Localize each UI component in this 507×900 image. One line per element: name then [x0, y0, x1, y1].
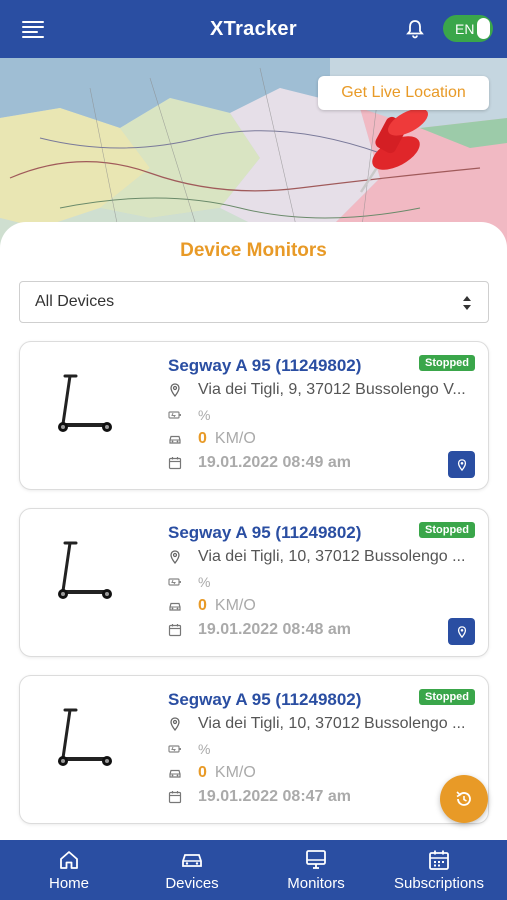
- speed-value: 0: [198, 430, 207, 447]
- nav-home-label: Home: [48, 875, 89, 892]
- nav-home[interactable]: Home: [38, 840, 100, 900]
- speed-unit: KM/O: [214, 430, 256, 447]
- device-address: Via dei Tigli, 9, 37012 Bussolengo V...: [198, 381, 466, 398]
- address-row: Via dei Tigli, 10, 37012 Bussolengo ...: [168, 715, 480, 733]
- battery-row: %: [168, 574, 210, 590]
- nav-devices-label: Devices: [165, 875, 219, 892]
- menu-icon[interactable]: [22, 21, 44, 38]
- location-pin-icon: [457, 458, 466, 471]
- nav-monitors[interactable]: Monitors: [280, 840, 352, 900]
- language-toggle[interactable]: EN: [443, 15, 493, 42]
- speed-value: 0: [198, 597, 207, 614]
- device-card[interactable]: Segway A 95 (11249802) Stopped Via dei T…: [19, 341, 489, 490]
- monitor-icon: [306, 850, 326, 869]
- device-name[interactable]: Segway A 95 (11249802): [168, 356, 361, 376]
- battery-icon: [168, 745, 181, 753]
- address-row: Via dei Tigli, 9, 37012 Bussolengo V...: [168, 381, 480, 399]
- location-pin-icon: [170, 383, 180, 397]
- calendar-icon: [429, 850, 449, 870]
- nav-devices[interactable]: Devices: [158, 840, 226, 900]
- device-filter-select[interactable]: All Devices: [19, 281, 489, 323]
- sort-arrows-icon: [463, 296, 471, 310]
- device-datetime: 19.01.2022 08:47 am: [198, 788, 352, 805]
- scooter-image: [58, 374, 112, 432]
- app-title: XTracker: [210, 17, 297, 40]
- speed-unit: KM/O: [214, 597, 256, 614]
- locate-device-button[interactable]: [448, 451, 475, 478]
- get-live-location-button[interactable]: Get Live Location: [318, 76, 489, 110]
- history-fab-button[interactable]: [440, 775, 488, 823]
- top-bar: XTracker EN: [0, 0, 507, 58]
- calendar-icon: [168, 791, 182, 804]
- location-pin-icon: [457, 625, 466, 638]
- device-datetime: 19.01.2022 08:49 am: [198, 454, 352, 471]
- calendar-icon: [168, 624, 182, 637]
- battery-value: %: [198, 741, 211, 757]
- bottom-navigation: Home Devices Monitors Subscriptions: [0, 840, 507, 900]
- bell-icon[interactable]: [406, 19, 424, 39]
- device-filter-value: All Devices: [35, 293, 115, 310]
- device-name[interactable]: Segway A 95 (11249802): [168, 690, 361, 710]
- battery-row: %: [168, 407, 210, 423]
- location-pin-icon: [170, 550, 180, 564]
- calendar-icon: [168, 457, 182, 470]
- device-datetime: 19.01.2022 08:48 am: [198, 621, 352, 638]
- locate-device-button[interactable]: [448, 618, 475, 645]
- location-pin-icon: [170, 717, 180, 731]
- device-address: Via dei Tigli, 10, 37012 Bussolengo ...: [198, 548, 466, 565]
- status-badge: Stopped: [419, 355, 475, 371]
- section-title: Device Monitors: [180, 240, 327, 261]
- toggle-knob: [477, 18, 490, 39]
- speed-row: 0 KM/O: [168, 764, 256, 782]
- time-row: 19.01.2022 08:49 am: [168, 454, 351, 472]
- battery-value: %: [198, 407, 211, 423]
- nav-monitors-label: Monitors: [287, 875, 345, 892]
- time-row: 19.01.2022 08:48 am: [168, 621, 351, 639]
- battery-icon: [168, 578, 181, 586]
- history-icon: [456, 791, 471, 806]
- device-card[interactable]: Segway A 95 (11249802) Stopped Via dei T…: [19, 508, 489, 657]
- time-row: 19.01.2022 08:47 am: [168, 788, 351, 806]
- car-icon: [169, 602, 181, 611]
- language-label: EN: [455, 20, 475, 37]
- status-badge: Stopped: [419, 689, 475, 705]
- speed-value: 0: [198, 764, 207, 781]
- address-row: Via dei Tigli, 10, 37012 Bussolengo ...: [168, 548, 480, 566]
- nav-subscriptions[interactable]: Subscriptions: [386, 840, 492, 900]
- battery-row: %: [168, 741, 210, 757]
- scooter-image: [58, 541, 112, 599]
- device-address: Via dei Tigli, 10, 37012 Bussolengo ...: [198, 715, 466, 732]
- battery-value: %: [198, 574, 211, 590]
- nav-subscriptions-label: Subscriptions: [393, 875, 485, 892]
- home-icon: [60, 851, 78, 869]
- status-badge: Stopped: [419, 522, 475, 538]
- speed-row: 0 KM/O: [168, 430, 256, 448]
- car-icon: [169, 435, 181, 444]
- car-icon: [182, 854, 202, 867]
- speed-row: 0 KM/O: [168, 597, 256, 615]
- speed-unit: KM/O: [214, 764, 256, 781]
- battery-icon: [168, 411, 181, 419]
- scooter-image: [58, 708, 112, 766]
- car-icon: [169, 769, 181, 778]
- device-card[interactable]: Segway A 95 (11249802) Stopped Via dei T…: [19, 675, 489, 824]
- device-name[interactable]: Segway A 95 (11249802): [168, 523, 361, 543]
